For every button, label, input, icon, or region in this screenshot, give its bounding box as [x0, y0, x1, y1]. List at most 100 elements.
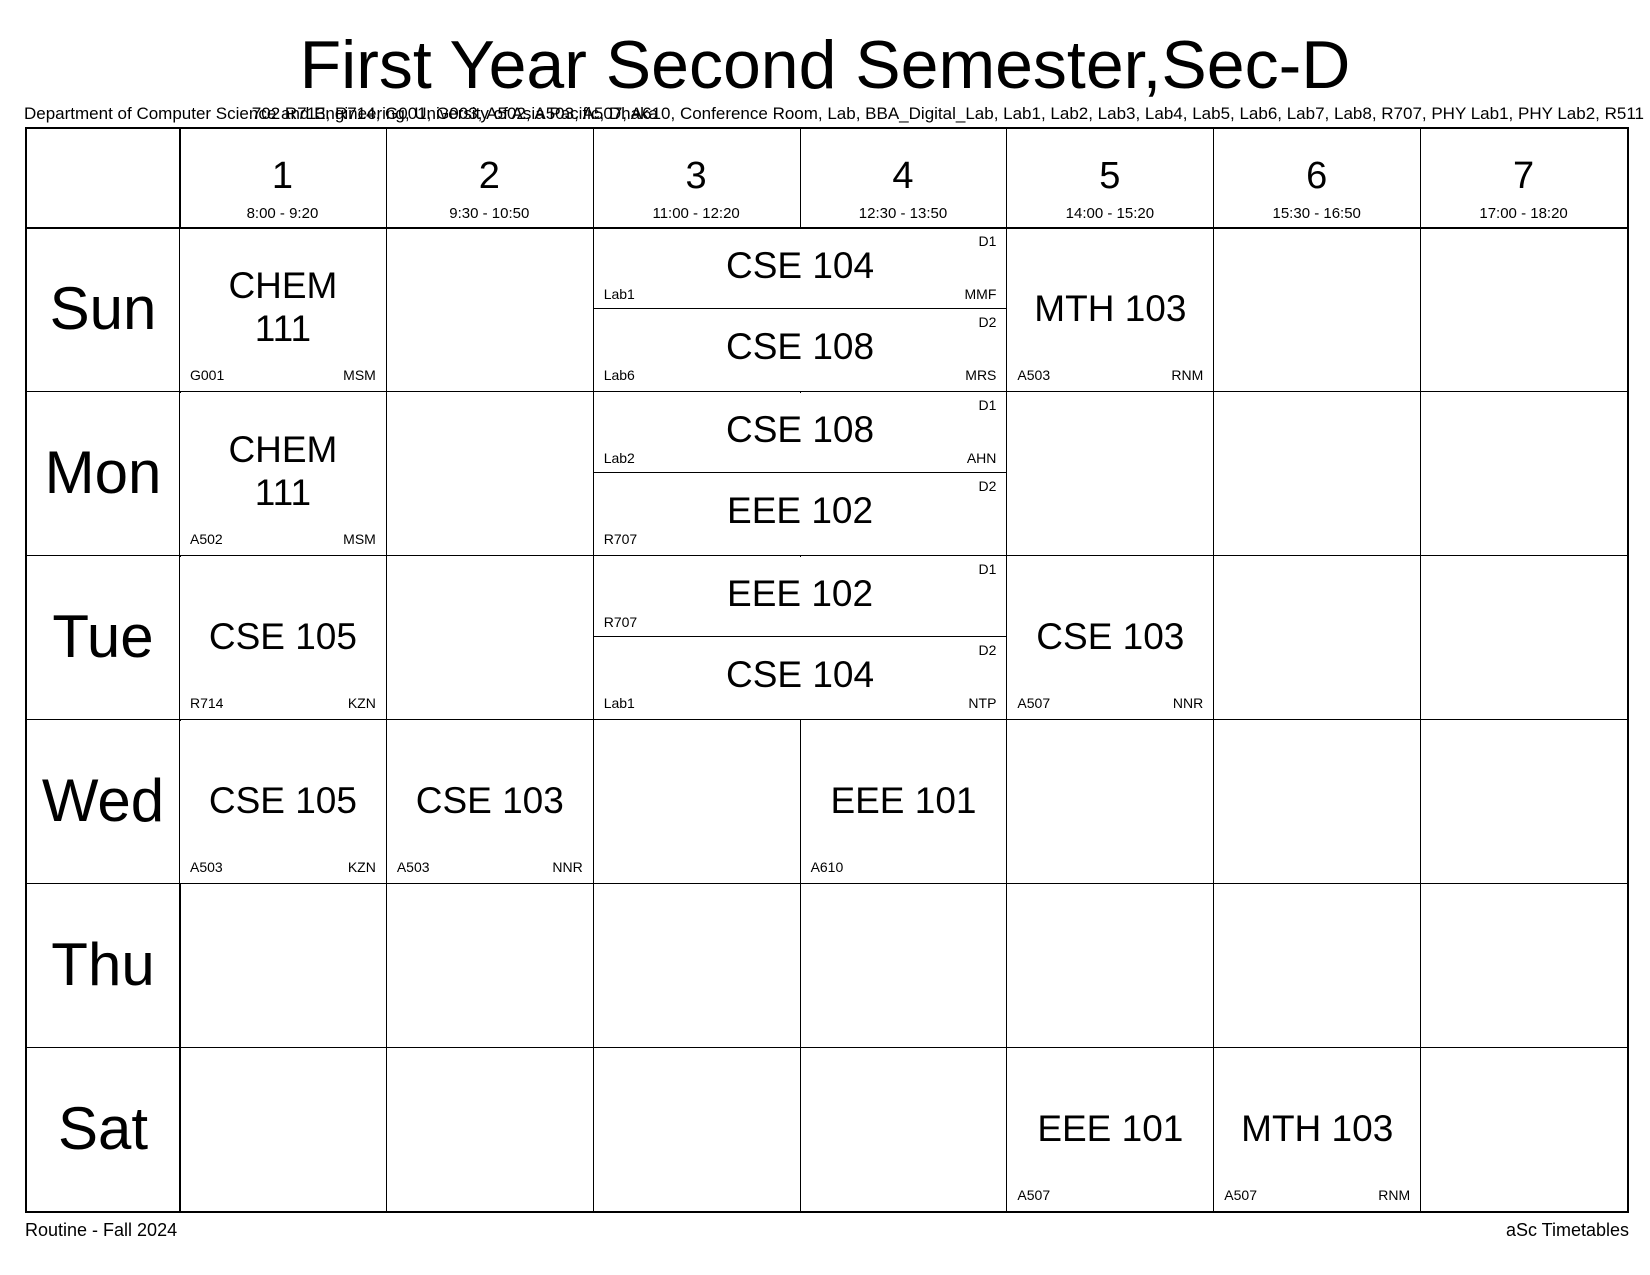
page-title: First Year Second Semester,Sec-D	[299, 27, 1351, 103]
footer-right: aSc Timetables	[1505, 1220, 1629, 1240]
period-time: 14:00 - 15:20	[1065, 205, 1155, 222]
period-column-divider	[385, 129, 387, 1211]
day-label: Sat	[57, 1095, 149, 1162]
room-label: Lab2	[603, 450, 635, 466]
period-number: 2	[478, 155, 500, 197]
period-number: 6	[1306, 155, 1328, 197]
day-row-divider	[27, 555, 1627, 556]
subject-code: CSE 103	[415, 780, 564, 821]
period-number: 1	[271, 155, 293, 197]
teacher-label: NNR	[552, 859, 583, 875]
teacher-label: KZN	[347, 695, 376, 711]
period-column-divider	[1420, 129, 1422, 1211]
class-entry[interactable]: CSE 104 D2 Lab1 NTP	[593, 636, 1007, 719]
class-entry[interactable]: CSE 105 R714 KZN	[180, 557, 386, 719]
day-label: Wed	[41, 767, 165, 834]
group-label: D1	[978, 397, 997, 413]
group-label: D2	[978, 314, 997, 330]
class-entry[interactable]: CHEM 111 A502 MSM	[180, 393, 386, 555]
timetable-grid: 1 8:00 - 9:20 2 9:30 - 10:50 3 11:00 - 12:20 4…	[25, 127, 1629, 1213]
period-number: 7	[1512, 155, 1535, 197]
period-time: 12:30 - 13:50	[858, 205, 948, 222]
room-label: A503	[190, 859, 223, 875]
day-label: Tue	[52, 603, 154, 670]
split-divider	[593, 308, 1007, 309]
period-time: 11:00 - 12:20	[652, 205, 740, 222]
room-label: G001	[190, 367, 225, 383]
subject-code: EEE 102	[727, 572, 874, 614]
day-label: Thu	[51, 931, 155, 998]
subject-code: CSE 103	[1036, 616, 1185, 657]
day-label: Sun	[49, 275, 157, 342]
period-time: 17:00 - 18:20	[1479, 205, 1568, 222]
subject-code: MTH 103	[1034, 288, 1187, 329]
class-entry[interactable]: MTH 103 A503 RNM	[1007, 229, 1214, 391]
subject-code: CSE 105	[208, 780, 357, 821]
period-time: 8:00 - 9:20	[246, 205, 319, 222]
day-row-divider	[27, 1047, 1627, 1048]
room-label: A610	[810, 859, 844, 875]
group-label: D2	[978, 478, 997, 494]
subtitle-wrap: 702 R713, R714, G001, G003, A502, A503, …	[0, 103, 1650, 127]
day-row-divider	[27, 883, 1627, 884]
class-entry[interactable]: EEE 101 A507	[1007, 1049, 1214, 1211]
room-label: Lab6	[603, 367, 635, 383]
subject-code: CSE 108	[726, 408, 875, 450]
teacher-label: RNM	[1378, 1187, 1411, 1203]
day-row-divider	[27, 391, 1627, 392]
class-entry[interactable]: EEE 102 D1 R707	[593, 557, 1007, 638]
group-label: D1	[978, 561, 997, 577]
subject-code: EEE 102	[727, 489, 874, 531]
teacher-label: RNM	[1171, 367, 1204, 383]
teacher-label: AHN	[966, 450, 997, 466]
period-number: 5	[1099, 155, 1121, 197]
room-label: R707	[603, 531, 638, 547]
class-entry[interactable]: CSE 108 D2 Lab6 MRS	[593, 308, 1007, 391]
subject-code: CHEM 111	[228, 265, 338, 349]
day-row-divider	[27, 719, 1627, 720]
subject-code: CHEM 111	[228, 429, 338, 513]
subject-code: CSE 104	[726, 244, 875, 286]
group-label: D1	[978, 233, 997, 249]
teacher-label: KZN	[347, 859, 376, 875]
split-divider	[593, 472, 1007, 473]
teacher-label: MSM	[343, 367, 376, 383]
room-label: A507	[1224, 1187, 1257, 1203]
class-entry[interactable]: CSE 104 D1 Lab1 MMF	[593, 229, 1007, 310]
subject-code: CSE 105	[208, 616, 357, 657]
class-entry[interactable]: CSE 105 A503 KZN	[180, 721, 386, 883]
teacher-label: NTP	[968, 695, 997, 711]
subject-code: MTH 103	[1241, 1108, 1394, 1149]
teacher-label: MSM	[343, 531, 376, 547]
class-entry[interactable]: CSE 108 D1 Lab2 AHN	[593, 393, 1007, 474]
teacher-label: MMF	[964, 286, 997, 302]
subject-code: CSE 108	[726, 325, 875, 367]
teacher-label: MRS	[965, 367, 997, 383]
footer-left: Routine - Fall 2024	[25, 1220, 178, 1240]
group-label: D2	[978, 642, 997, 658]
class-entry[interactable]: EEE 102 D2 R707	[593, 472, 1007, 555]
subject-code: CSE 104	[726, 653, 875, 695]
subject-code: EEE 101	[830, 780, 977, 821]
room-label: Lab1	[603, 695, 635, 711]
room-label: R714	[190, 695, 224, 711]
room-label: A503	[396, 859, 430, 875]
class-entry[interactable]: CHEM 111 G001 MSM	[180, 229, 386, 391]
subject-code: EEE 101	[1037, 1108, 1184, 1149]
class-entry[interactable]: CSE 103 A507 NNR	[1007, 557, 1214, 719]
period-time: 15:30 - 16:50	[1272, 205, 1361, 222]
room-label: A503	[1017, 367, 1051, 383]
class-entry[interactable]: MTH 103 A507 RNM	[1214, 1049, 1421, 1211]
room-label: R707	[603, 614, 638, 630]
day-label: Mon	[44, 439, 162, 506]
period-number: 4	[892, 155, 914, 197]
room-label: A502	[190, 531, 223, 547]
teacher-label: NNR	[1172, 695, 1204, 711]
period-time: 9:30 - 10:50	[449, 205, 530, 222]
room-label: A507	[1017, 695, 1051, 711]
period-number: 3	[685, 155, 707, 197]
room-label: Lab1	[603, 286, 635, 302]
class-entry[interactable]: CSE 103 A503 NNR	[386, 721, 593, 883]
class-entry[interactable]: EEE 101 A610	[800, 721, 1007, 883]
subtitle-department: Department of Computer Science and Engin…	[24, 104, 659, 123]
